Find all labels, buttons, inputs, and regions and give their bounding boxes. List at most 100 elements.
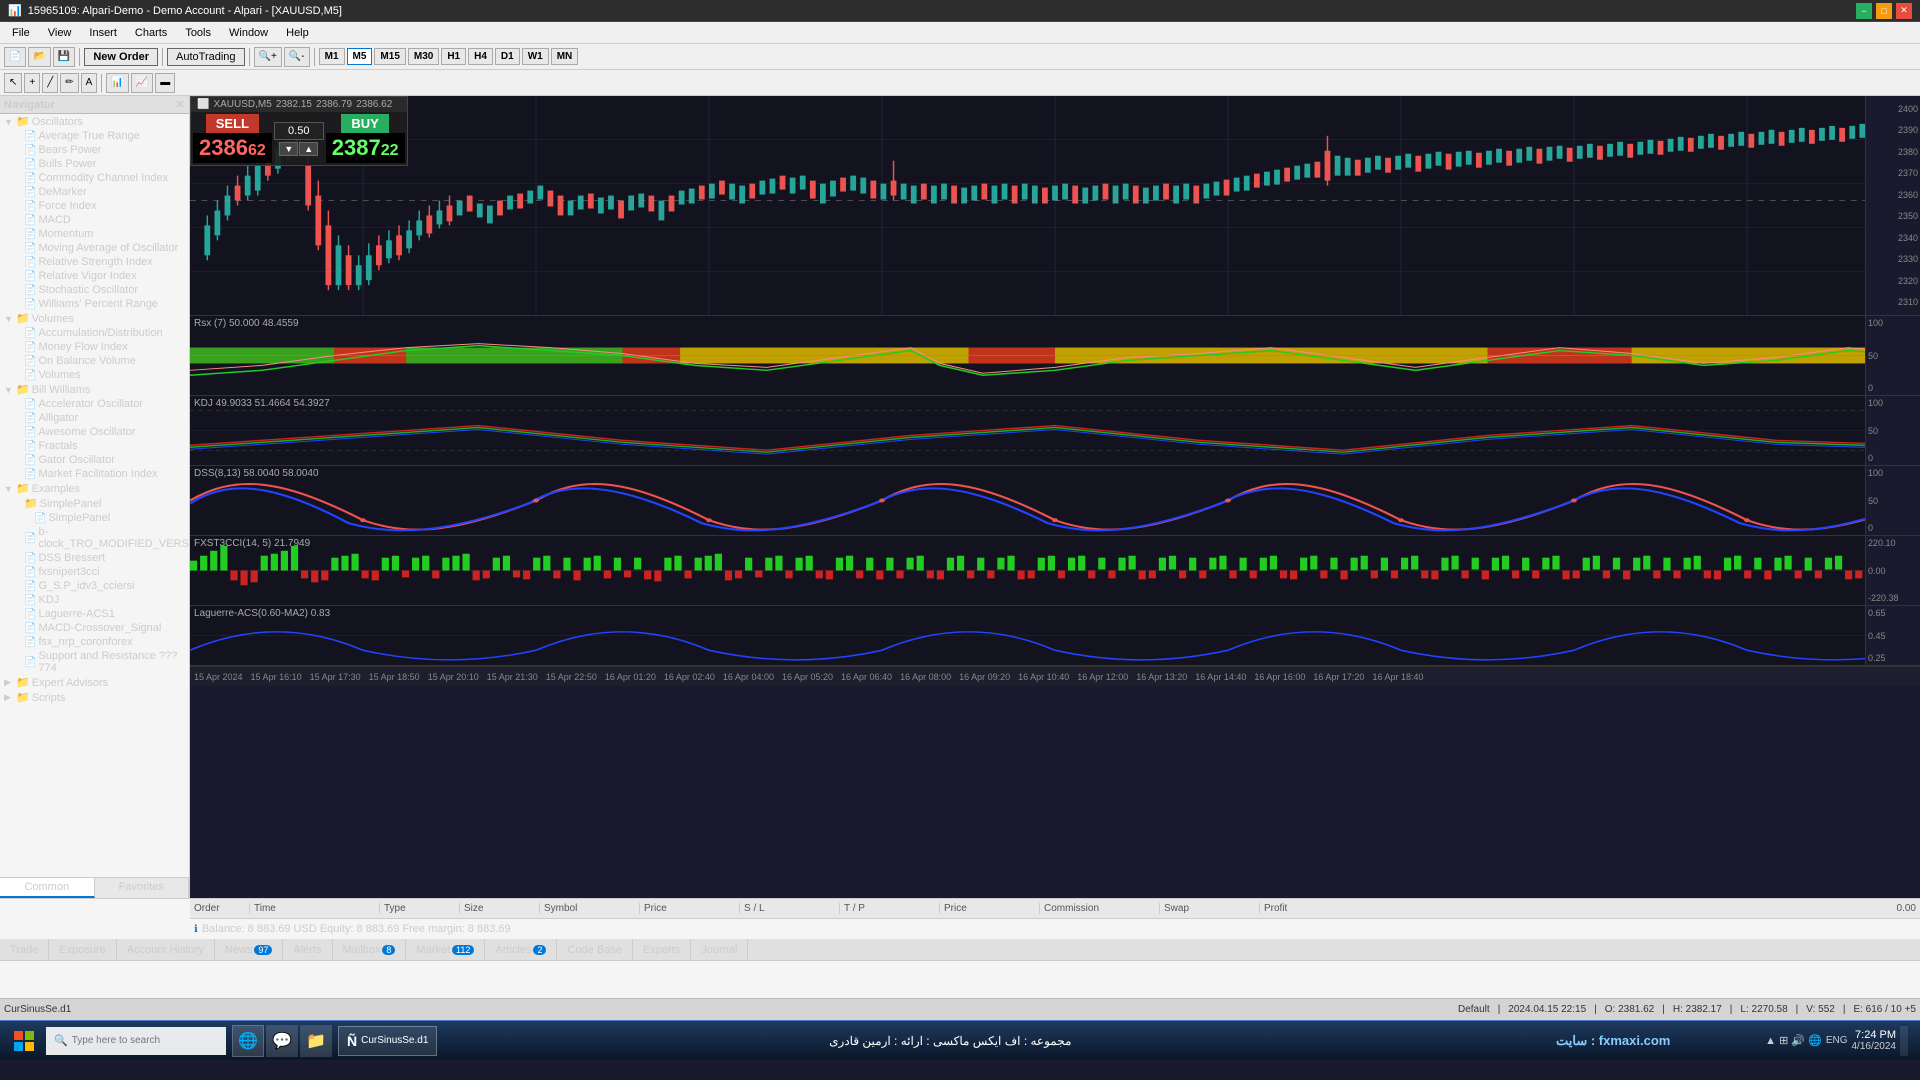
nav-item-force[interactable]: 📄Force Index — [0, 199, 189, 213]
chart-type-2[interactable]: 📈 — [131, 73, 153, 93]
nav-item-bclock[interactable]: 📄b-clock_TRO_MODIFIED_VERS — [0, 525, 189, 551]
close-button[interactable]: ✕ — [1896, 3, 1912, 19]
start-button[interactable] — [4, 1023, 44, 1059]
chart-type-1[interactable]: 📊 — [106, 73, 128, 93]
taskbar-app-1[interactable]: 🌐 — [232, 1025, 264, 1057]
menu-item-view[interactable]: View — [40, 25, 80, 41]
tf-m15[interactable]: M15 — [374, 48, 405, 65]
chart-type-3[interactable]: ▬ — [155, 73, 175, 93]
nav-group-volumes-header[interactable]: ▼ 📁 Volumes — [0, 311, 189, 326]
nav-group-scripts-header[interactable]: ▶ 📁 Scripts — [0, 690, 189, 705]
tf-m1[interactable]: M1 — [319, 48, 345, 65]
nav-item-cci[interactable]: 📄Commodity Channel Index — [0, 171, 189, 185]
lot-input[interactable] — [274, 122, 324, 140]
nav-item-fxsnipert3cci[interactable]: 📄fxsnipert3cci — [0, 565, 189, 579]
text-button[interactable]: A — [81, 73, 98, 93]
nav-item-mfi[interactable]: 📄Money Flow Index — [0, 340, 189, 354]
nav-item-fractals[interactable]: 📄Fractals — [0, 439, 189, 453]
taskbar-search[interactable]: 🔍 — [46, 1027, 226, 1055]
nav-group-ea-header[interactable]: ▶ 📁 Expert Advisors — [0, 675, 189, 690]
nav-item-simplepanel[interactable]: 📄SimplePanel — [0, 511, 189, 525]
nav-item-rsi[interactable]: 📄Relative Strength Index — [0, 255, 189, 269]
nav-item-demarker[interactable]: 📄DeMarker — [0, 185, 189, 199]
nav-item-macd[interactable]: 📄MACD — [0, 213, 189, 227]
nav-group-oscillators-header[interactable]: ▼ 📁 Oscillators — [0, 114, 189, 129]
nav-item-macd-crossover[interactable]: 📄MACD-Crossover_Signal — [0, 621, 189, 635]
zoom-in-button[interactable]: 🔍+ — [254, 47, 282, 67]
sell-button[interactable]: SELL — [206, 114, 259, 133]
nav-item-gator[interactable]: 📄Gator Oscillator — [0, 453, 189, 467]
nav-item-ac[interactable]: 📄Accelerator Oscillator — [0, 397, 189, 411]
taskbar-search-input[interactable] — [72, 1035, 212, 1046]
nav-group-bw-header[interactable]: ▼ 📁 Bill Williams — [0, 382, 189, 397]
crosshair-button[interactable]: + — [24, 73, 40, 93]
new-file-button[interactable]: 📄 — [4, 47, 26, 67]
autotrading-button[interactable]: AutoTrading — [167, 48, 245, 66]
nav-tab-favorites[interactable]: Favorites — [95, 878, 190, 898]
menu-item-file[interactable]: File — [4, 25, 38, 41]
line-button[interactable]: ╱ — [42, 73, 58, 93]
tf-d1[interactable]: D1 — [495, 48, 520, 65]
nav-item-simplepanel-folder[interactable]: 📁SimplePanel — [0, 496, 189, 511]
bottom-tab-trade[interactable]: Trade — [0, 939, 49, 960]
nav-item-osma[interactable]: 📄Moving Average of Oscillator — [0, 241, 189, 255]
nav-item-ad[interactable]: 📄Accumulation/Distribution — [0, 326, 189, 340]
bottom-tab-account-history[interactable]: Account History — [117, 939, 215, 960]
nav-item-mfi2[interactable]: 📄Market Facilitation Index — [0, 467, 189, 481]
tf-w1[interactable]: W1 — [522, 48, 549, 65]
nav-tab-common[interactable]: Common — [0, 878, 95, 898]
draw-button[interactable]: ✏ — [60, 73, 78, 93]
tf-m30[interactable]: M30 — [408, 48, 439, 65]
menu-item-help[interactable]: Help — [278, 25, 317, 41]
menu-item-window[interactable]: Window — [221, 25, 276, 41]
nav-item-ao[interactable]: 📄Awesome Oscillator — [0, 425, 189, 439]
bottom-tab-journal[interactable]: Journal — [691, 939, 748, 960]
buy-button[interactable]: BUY — [341, 114, 388, 133]
nav-item-rvi[interactable]: 📄Relative Vigor Index — [0, 269, 189, 283]
bottom-tab-news[interactable]: News 97 — [215, 939, 284, 960]
navigator-close[interactable]: ✕ — [176, 98, 185, 111]
nav-item-volumes[interactable]: 📄Volumes — [0, 368, 189, 382]
save-button[interactable]: 💾 — [53, 47, 75, 67]
new-order-button[interactable]: New Order — [84, 48, 158, 66]
bottom-tab-experts[interactable]: Experts — [633, 939, 691, 960]
nav-item-momentum[interactable]: 📄Momentum — [0, 227, 189, 241]
nav-item-alligator[interactable]: 📄Alligator — [0, 411, 189, 425]
bottom-tab-market[interactable]: Market 112 — [406, 939, 485, 960]
bottom-tab-exposure[interactable]: Exposure — [49, 939, 116, 960]
nav-item-average-true-range[interactable]: 📄Average True Range — [0, 129, 189, 143]
nav-item-laguerre[interactable]: 📄Laguerre-ACS1 — [0, 607, 189, 621]
nav-group-examples-header[interactable]: ▼ 📁 Examples — [0, 481, 189, 496]
bottom-tab-mailbox[interactable]: Mailbox 8 — [333, 939, 407, 960]
nav-item-bears-power[interactable]: 📄Bears Power — [0, 143, 189, 157]
nav-item-dssbressert[interactable]: 📄DSS Bressert — [0, 551, 189, 565]
nav-item-fsx[interactable]: 📄fsx_nrp_coronforex — [0, 635, 189, 649]
nav-item-bulls-power[interactable]: 📄Bulls Power — [0, 157, 189, 171]
zoom-out-button[interactable]: 🔍- — [284, 47, 310, 67]
nav-item-wpr[interactable]: 📄Williams' Percent Range — [0, 297, 189, 311]
nav-item-gsp[interactable]: 📄G_S.P_idv3_cciersi — [0, 579, 189, 593]
open-button[interactable]: 📂 — [28, 47, 50, 67]
show-desktop-button[interactable] — [1900, 1026, 1908, 1056]
taskbar-app-2[interactable]: 💬 — [266, 1025, 298, 1057]
maximize-button[interactable]: □ — [1876, 3, 1892, 19]
taskbar-app-3[interactable]: 📁 — [300, 1025, 332, 1057]
nav-item-obv[interactable]: 📄On Balance Volume — [0, 354, 189, 368]
minimize-button[interactable]: − — [1856, 3, 1872, 19]
bottom-tab-alerts[interactable]: Alerts — [283, 939, 332, 960]
nav-item-stoch[interactable]: 📄Stochastic Oscillator — [0, 283, 189, 297]
menu-item-charts[interactable]: Charts — [127, 25, 175, 41]
nav-item-support-resistance[interactable]: 📄Support and Resistance ??? 774 — [0, 649, 189, 675]
lot-down-button[interactable]: ▼ — [279, 142, 298, 156]
tf-mn[interactable]: MN — [551, 48, 579, 65]
menu-item-tools[interactable]: Tools — [177, 25, 219, 41]
nav-item-kdj[interactable]: 📄KDJ — [0, 593, 189, 607]
bottom-tab-codebase[interactable]: Code Base — [557, 939, 632, 960]
taskbar-alpari-app[interactable]: Ñ CurSinusSe.d1 — [338, 1026, 437, 1056]
lot-up-button[interactable]: ▲ — [299, 142, 318, 156]
cursor-button[interactable]: ↖ — [4, 73, 22, 93]
menu-item-insert[interactable]: Insert — [81, 25, 125, 41]
bottom-tab-articles[interactable]: Articles 2 — [485, 939, 557, 960]
tf-h1[interactable]: H1 — [441, 48, 466, 65]
tf-h4[interactable]: H4 — [468, 48, 493, 65]
